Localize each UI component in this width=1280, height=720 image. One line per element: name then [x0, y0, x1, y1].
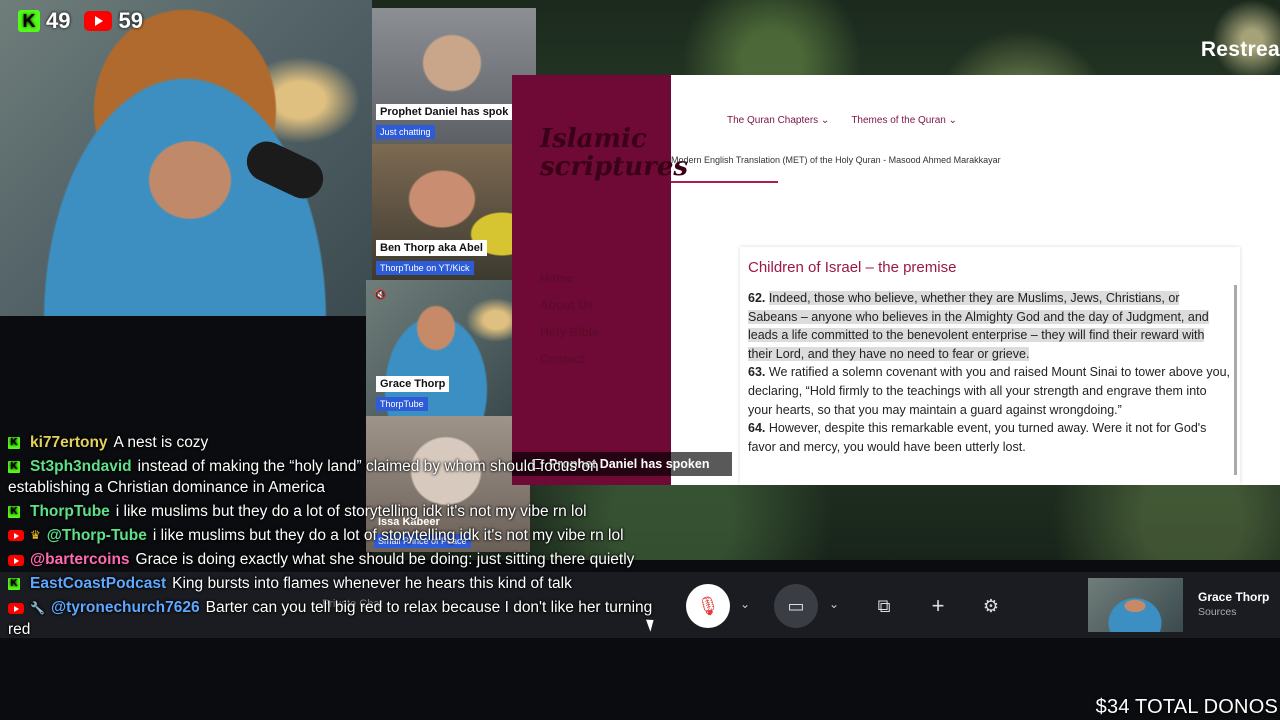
- chat-message: @bartercoins Grace is doing exactly what …: [8, 549, 658, 570]
- plus-icon: +: [931, 593, 945, 618]
- side-menu-about[interactable]: About Us: [540, 298, 599, 312]
- main-webcam: K 49 59: [0, 0, 372, 316]
- site-subtitle: Modern English Translation (MET) of the …: [671, 155, 1001, 165]
- kick-icon: K: [8, 460, 20, 473]
- participant-tag: ThorpTube on YT/Kick: [376, 261, 474, 275]
- kick-icon: K: [8, 436, 20, 449]
- settings-button[interactable]: ⚙: [969, 584, 1013, 628]
- host-sources-label[interactable]: Sources: [1198, 606, 1237, 618]
- kick-icon: K: [8, 578, 20, 591]
- camera-button[interactable]: ▭: [774, 584, 818, 628]
- youtube-icon: [8, 530, 24, 542]
- add-button[interactable]: +: [916, 584, 960, 628]
- side-menu-bible[interactable]: Holy Bible: [540, 325, 599, 339]
- participant-video: [366, 280, 512, 416]
- crown-icon: ♛: [30, 528, 41, 543]
- chat-message: K ThorpTube i like muslims but they do a l…: [8, 501, 658, 522]
- host-source-thumbnail[interactable]: [1088, 578, 1183, 632]
- participant-name: Grace Thorp: [376, 376, 450, 392]
- gear-icon: ⚙: [982, 595, 1000, 616]
- side-menu-contact[interactable]: Contact: [540, 352, 599, 366]
- chat-message: 🔧 @tyronechurch7626 Barter can you tell bi…: [8, 599, 653, 638]
- youtube-icon: [8, 554, 24, 566]
- nav-themes[interactable]: Themes of the Quran ⌄: [851, 115, 957, 126]
- shared-screen-website: Islamic scriptures Home About Us Holy Bi…: [512, 75, 1280, 485]
- site-logo[interactable]: Islamic scriptures: [540, 125, 688, 181]
- kick-viewer-count: 49: [46, 8, 71, 33]
- article-card: Children of Israel – the premise 62. Ind…: [740, 247, 1240, 485]
- kick-icon: K: [18, 10, 40, 32]
- restream-logo: Restrea: [1200, 38, 1280, 61]
- webcam-person: [0, 0, 372, 316]
- total-donos: $34 TOTAL DONOS: [1095, 696, 1278, 718]
- screen-share-button[interactable]: ⧉: [862, 584, 906, 628]
- participant-tile-3[interactable]: Grace Thorp ThorpTube 🔇: [366, 280, 512, 416]
- mic-options-chevron-icon[interactable]: ⌄: [740, 597, 750, 611]
- participant-tag: Just chatting: [376, 125, 435, 139]
- site-side-menu: Home About Us Holy Bible Contact: [540, 271, 599, 379]
- article-title: Children of Israel – the premise: [748, 259, 957, 276]
- highlighted-verse: Indeed, those who believe, whether they …: [748, 291, 1209, 361]
- chat-message: Kki77ertony A nest is cozy: [8, 432, 658, 453]
- mic-off-icon: 🎙: [696, 595, 720, 616]
- screen-share-icon: ⧉: [877, 595, 891, 616]
- nav-quran-chapters[interactable]: The Quran Chapters ⌄: [727, 115, 829, 126]
- article-scrollbar[interactable]: [1234, 285, 1237, 475]
- participant-name: Ben Thorp aka Abel: [376, 240, 487, 256]
- chat-message: ♛ @Thorp-Tube i like muslims but they do a…: [8, 525, 658, 546]
- youtube-icon: [8, 602, 24, 614]
- wrench-icon: 🔧: [30, 600, 45, 615]
- participant-name: Prophet Daniel has spok: [376, 104, 513, 120]
- youtube-viewer-count: 59: [118, 8, 143, 33]
- kick-icon: K: [8, 505, 20, 518]
- chat-overlay: Kki77ertony A nest is cozy K St3ph3ndavid i…: [8, 432, 658, 643]
- camera-icon: ▭: [787, 595, 805, 616]
- site-underline: [671, 181, 778, 183]
- stream-canvas: Restrea K 49 59 Prophet Daniel has spok …: [0, 0, 1280, 720]
- site-nav: The Quran Chapters ⌄ Themes of the Quran…: [727, 115, 957, 126]
- chat-message: K St3ph3ndavid instead of making the “holy…: [8, 458, 599, 496]
- participant-tag: ThorpTube: [376, 397, 428, 411]
- verse-text: 62. Indeed, those who believe, whether t…: [748, 291, 1231, 454]
- youtube-icon: [84, 11, 113, 31]
- website-sidebar: Islamic scriptures Home About Us Holy Bi…: [512, 75, 688, 485]
- mic-muted-button[interactable]: 🎙: [686, 584, 730, 628]
- chat-message: K EastCoastPodcast King bursts into flames…: [8, 573, 658, 594]
- viewer-counters: K 49 59: [18, 8, 143, 34]
- camera-options-chevron-icon[interactable]: ⌄: [829, 597, 839, 611]
- side-menu-home[interactable]: Home: [540, 271, 599, 285]
- host-name: Grace Thorp: [1198, 590, 1270, 604]
- muted-speaker-icon: 🔇: [374, 290, 387, 301]
